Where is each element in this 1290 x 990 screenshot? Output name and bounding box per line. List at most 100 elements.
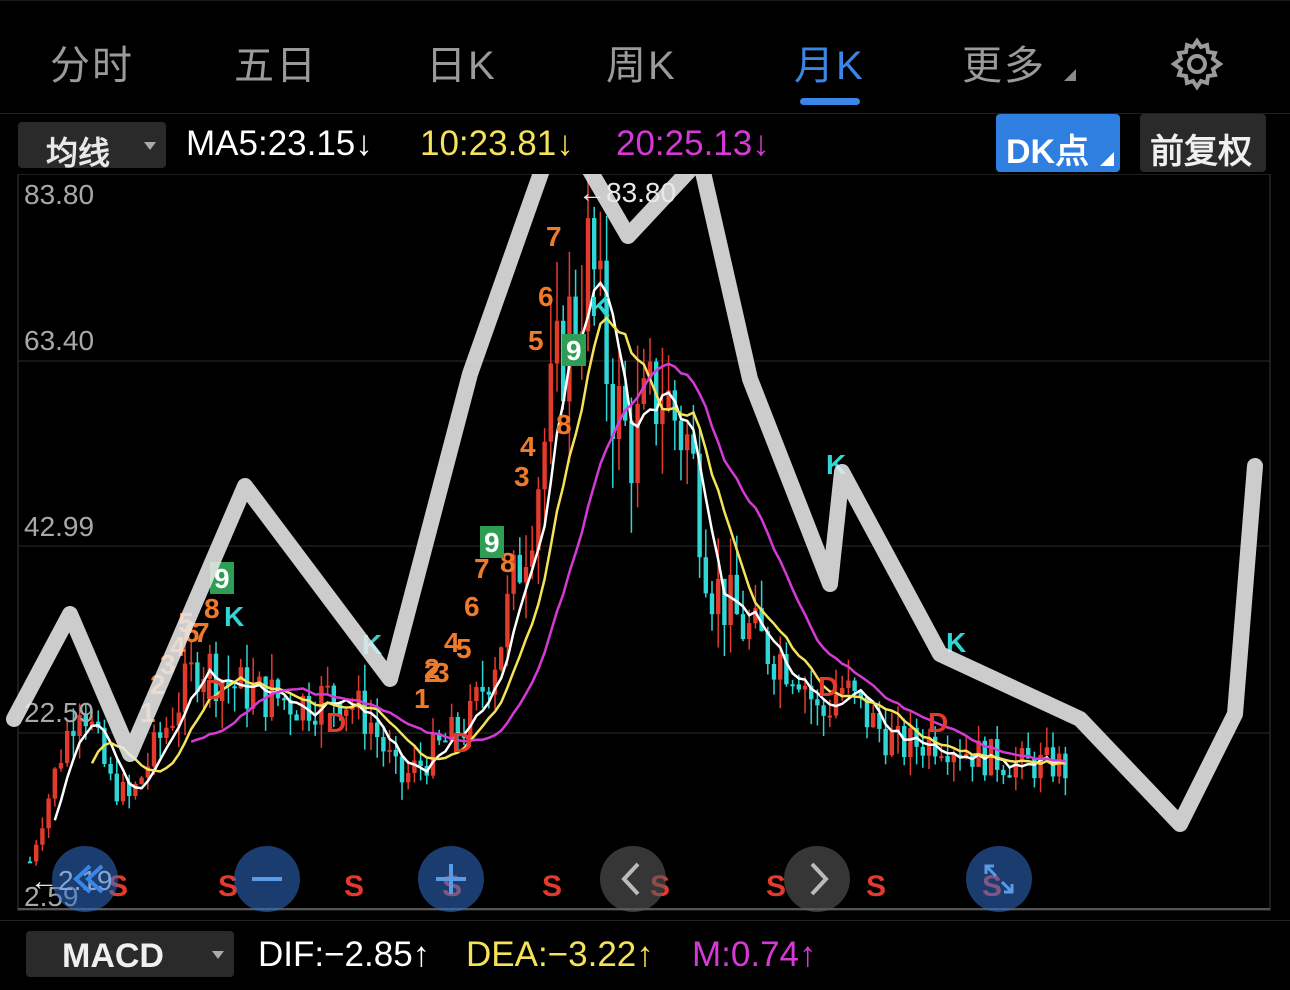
fullscreen-button[interactable] [966, 846, 1032, 912]
macd-select[interactable]: MACD [26, 931, 234, 977]
zoom-in-button[interactable] [418, 846, 484, 912]
tab-month-k[interactable]: 月K [794, 33, 865, 91]
candle-body [995, 739, 1000, 770]
tab-five-day[interactable]: 五日 [234, 33, 318, 91]
candle-body [778, 654, 783, 680]
candle-body [1057, 753, 1062, 777]
candle-body [406, 773, 411, 783]
sell-signal-S: S [542, 870, 562, 903]
candle-body [871, 713, 876, 728]
dk-point-label: DK点 [1006, 133, 1090, 171]
candle-body [1044, 747, 1049, 756]
D-signal: D [205, 674, 225, 705]
candle-body [182, 663, 188, 713]
sell-signal-S: S [766, 870, 786, 903]
y-tick-label: 83.80 [24, 179, 94, 210]
candle-body [114, 773, 119, 802]
countdown-digit: 5 [528, 325, 544, 356]
candle-body [375, 722, 380, 738]
candle-body [244, 667, 250, 709]
chevron-down-icon [212, 951, 224, 959]
ma5-value: MA5:23.15↓ [186, 124, 373, 163]
candle-body [616, 385, 622, 440]
candle-body [747, 623, 752, 640]
active-tab-indicator [800, 98, 860, 105]
candle-body [716, 578, 721, 615]
candle-body [282, 698, 287, 701]
candle-body [889, 731, 894, 756]
candle-body [232, 686, 237, 689]
hand-drawn-trend-line [6, 174, 1263, 832]
fast-rewind-button[interactable] [52, 846, 118, 912]
nine-signal-digit: 9 [566, 335, 582, 366]
candle-body [381, 737, 386, 752]
candle-body [685, 434, 690, 451]
macd-m: M:0.74↑ [692, 935, 817, 974]
candle-body [629, 420, 634, 484]
prev-icon [621, 862, 640, 896]
zoom-in-icon [436, 864, 466, 894]
candle-body [151, 732, 157, 767]
sell-signal-S: S [344, 870, 364, 903]
candle-body [430, 733, 436, 776]
candle-body [771, 664, 777, 680]
forward-adjust-label: 前复权 [1150, 133, 1252, 171]
candle-body [821, 705, 826, 716]
candle-body [480, 687, 485, 692]
K-signal: K [590, 291, 610, 322]
tab-fenshi[interactable]: 分时 [50, 33, 134, 91]
ma20-value: 20:25.13↓ [616, 124, 770, 163]
D-signal: D [452, 727, 472, 758]
candle-body [27, 861, 33, 864]
tab-day-k[interactable]: 日K [426, 33, 497, 91]
countdown-digit: 5 [456, 633, 472, 664]
corner-triangle-icon [1100, 152, 1114, 166]
prev-button[interactable] [600, 846, 666, 912]
candle-body [709, 593, 715, 615]
candle-body [269, 679, 274, 718]
sell-signal-S: S [866, 870, 886, 903]
candle-body [412, 760, 417, 774]
candle-body [740, 614, 746, 640]
candle-body [189, 662, 194, 665]
candle-body [542, 441, 547, 490]
kline-chart[interactable]: SSSSSSSSSKKKKKDDDDD123456789123456789234… [0, 174, 1290, 920]
candle-body [71, 730, 76, 736]
forward-adjust-button[interactable]: 前复权 [1140, 114, 1266, 172]
candle-body [598, 260, 603, 270]
candle-body [604, 260, 609, 385]
candle-body [325, 685, 330, 688]
candle-body [387, 749, 392, 752]
zoom-out-button[interactable] [234, 846, 300, 912]
candle-body [939, 756, 944, 759]
macd-select-label: MACD [62, 937, 164, 975]
candle-body [1001, 769, 1006, 776]
dk-point-button[interactable]: DK点 [996, 114, 1120, 172]
countdown-digit: 7 [546, 221, 562, 252]
ma-select-label: 均线 [46, 135, 111, 171]
candle-body [368, 722, 374, 734]
candle-body [58, 763, 64, 769]
period-tabs: 分时 五日 日K 周K 月K 更多 [0, 0, 1290, 114]
next-button[interactable] [784, 846, 850, 912]
countdown-digit: 6 [464, 591, 480, 622]
candle-body [499, 647, 504, 670]
tab-more[interactable]: 更多 [962, 33, 1046, 91]
candle-body [418, 760, 423, 767]
candle-body [139, 777, 144, 784]
candle-body [505, 593, 510, 648]
gear-icon[interactable] [1170, 37, 1224, 91]
countdown-digit: 8 [204, 593, 220, 624]
D-signal: D [818, 671, 838, 702]
candle-body [34, 844, 39, 862]
candle-body [474, 687, 479, 701]
candle-body [945, 756, 950, 763]
ma-select[interactable]: 均线 [18, 122, 166, 171]
macd-toolbar: MACD DIF:−2.85↑ DEA:−3.22↑ M:0.74↑ [0, 920, 1290, 990]
countdown-digit: 8 [556, 409, 572, 440]
candle-body [796, 684, 801, 690]
y-tick-label: 63.40 [24, 325, 94, 356]
macd-dea: DEA:−3.22↑ [466, 935, 654, 974]
candle-body [108, 763, 113, 774]
tab-week-k[interactable]: 周K [606, 33, 677, 91]
